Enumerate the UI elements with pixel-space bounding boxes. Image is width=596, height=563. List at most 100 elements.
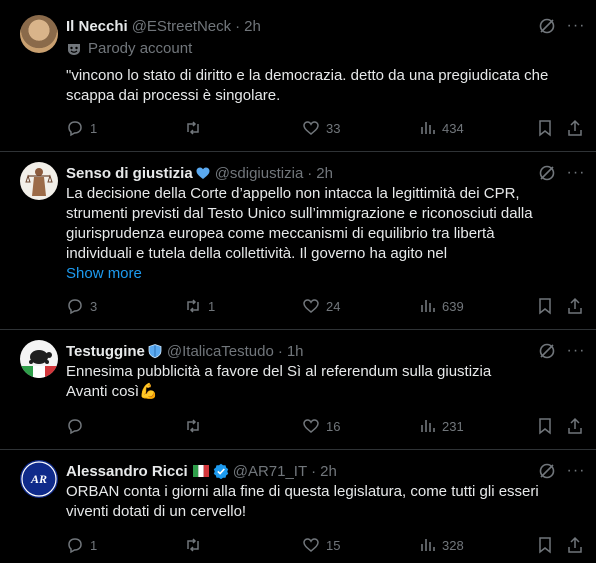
tweet-text-line: strumenti previsti dal Testo Unico sull’…	[66, 205, 533, 222]
views-button[interactable]: 434	[418, 118, 464, 138]
separator-dot: ·	[277, 342, 283, 360]
grok-icon[interactable]	[538, 164, 556, 182]
views-icon	[421, 539, 435, 551]
reply-button[interactable]: 3	[66, 296, 97, 316]
share-button[interactable]	[566, 296, 590, 316]
share-button[interactable]	[566, 416, 590, 436]
bookmark-icon	[539, 298, 551, 315]
bookmark-button[interactable]	[536, 535, 560, 555]
share-button[interactable]	[566, 535, 590, 555]
separator-dot: ·	[235, 17, 241, 35]
separator-dot: ·	[311, 462, 317, 480]
more-options-icon[interactable]: ···	[566, 163, 586, 183]
author-handle[interactable]: @EStreetNeck	[132, 18, 231, 35]
like-button[interactable]: 16	[302, 416, 340, 436]
tweet-text-line: giurisprudenza europea come meccanismi d…	[66, 225, 495, 242]
views-count: 434	[442, 120, 464, 136]
views-button[interactable]: 328	[418, 535, 464, 555]
ar-logo-icon: AR	[21, 461, 57, 497]
tweet-text: "vincono lo stato di diritto e la democr…	[66, 67, 549, 104]
repost-icon	[187, 538, 199, 552]
share-button[interactable]	[566, 118, 590, 138]
bookmark-button[interactable]	[536, 118, 560, 138]
grok-icon[interactable]	[538, 342, 556, 360]
show-more-link[interactable]: Show more	[66, 264, 576, 284]
heart-icon	[303, 538, 319, 552]
reply-icon	[68, 299, 82, 315]
bookmark-button[interactable]	[536, 416, 560, 436]
more-options-icon[interactable]: ···	[566, 16, 586, 36]
avatar[interactable]: AR	[20, 460, 58, 498]
like-count: 33	[326, 120, 341, 136]
repost-button[interactable]	[184, 118, 208, 138]
like-button[interactable]: 24	[302, 296, 340, 316]
italy-flag-icon	[192, 465, 209, 477]
views-count: 639	[442, 298, 464, 314]
tweet[interactable]: Testuggine @ItalicaTestudo · 1h Ennesima…	[0, 330, 596, 450]
repost-button[interactable]: 1	[184, 296, 215, 316]
views-count: 328	[442, 537, 464, 553]
reply-icon	[68, 538, 82, 554]
tweet[interactable]: AR Alessandro Ricci @AR71_IT · 2h ORBAN …	[0, 450, 596, 563]
parody-mask-icon	[68, 43, 80, 55]
reply-button[interactable]: 1	[66, 118, 97, 138]
bookmark-icon	[539, 537, 551, 554]
bookmark-button[interactable]	[536, 296, 560, 316]
author-name[interactable]: Senso di giustizia	[66, 165, 193, 182]
timeline-feed: Il Necchi @EStreetNeck · 2h Parody accou…	[0, 0, 596, 563]
parody-text: Parody account	[88, 40, 193, 57]
parody-label: Parody account	[66, 40, 192, 57]
blue-heart-icon	[196, 167, 210, 179]
repost-icon	[187, 419, 199, 433]
author-name[interactable]: Alessandro Ricci	[66, 463, 188, 480]
heart-icon	[303, 419, 319, 433]
tweet[interactable]: Il Necchi @EStreetNeck · 2h Parody accou…	[0, 0, 596, 152]
views-button[interactable]: 639	[418, 296, 464, 316]
more-options-icon[interactable]: ···	[566, 461, 586, 481]
reply-count: 1	[90, 120, 98, 136]
tweet-text-line: individuali e tutela della collettività.…	[66, 245, 448, 262]
like-button[interactable]: 33	[302, 118, 340, 138]
timestamp[interactable]: 2h	[316, 165, 333, 182]
flexed-biceps-emoji: 💪	[139, 383, 158, 400]
avatar[interactable]	[20, 340, 58, 378]
reply-button[interactable]: 1	[66, 535, 97, 555]
timestamp[interactable]: 2h	[320, 463, 337, 480]
avatar[interactable]	[20, 15, 58, 53]
reply-count: 1	[90, 537, 98, 553]
timestamp[interactable]: 1h	[287, 343, 304, 360]
repost-icon	[187, 299, 199, 313]
reply-count: 3	[90, 298, 98, 314]
grok-icon[interactable]	[538, 17, 556, 35]
repost-button[interactable]	[184, 416, 208, 436]
bookmark-icon	[539, 418, 551, 435]
views-button[interactable]: 231	[418, 416, 464, 436]
author-handle[interactable]: @AR71_IT	[233, 463, 307, 480]
author-handle[interactable]: @ItalicaTestudo	[167, 343, 274, 360]
author-name[interactable]: Testuggine	[66, 343, 145, 360]
repost-count: 1	[208, 298, 216, 314]
heart-icon	[303, 299, 319, 313]
views-icon	[421, 300, 435, 312]
share-icon	[568, 417, 582, 434]
tweet-text-line: Avanti così💪	[66, 382, 576, 402]
repost-button[interactable]	[184, 535, 208, 555]
like-count: 24	[326, 298, 341, 314]
tweet[interactable]: Senso di giustizia @sdigiustizia · 2h La…	[0, 152, 596, 330]
reply-icon	[68, 419, 82, 435]
tweet-text-line: Ennesima pubblicità a favore del Sì al r…	[66, 363, 492, 380]
avatar[interactable]	[20, 162, 58, 200]
timestamp[interactable]: 2h	[244, 18, 261, 35]
share-icon	[568, 119, 582, 136]
grok-icon[interactable]	[538, 462, 556, 480]
like-button[interactable]: 15	[302, 535, 340, 555]
verified-badge-icon[interactable]	[213, 463, 229, 479]
tweet-text-line: ORBAN conta i giorni alla fine di questa…	[66, 483, 539, 500]
more-options-icon[interactable]: ···	[566, 341, 586, 361]
tweet-text-line: La decisione della Corte d’appello non i…	[66, 185, 520, 202]
author-name[interactable]: Il Necchi	[66, 18, 128, 35]
views-icon	[421, 122, 435, 134]
turtle-icon	[20, 350, 58, 378]
author-handle[interactable]: @sdigiustizia	[215, 165, 304, 182]
reply-button[interactable]	[66, 416, 90, 436]
